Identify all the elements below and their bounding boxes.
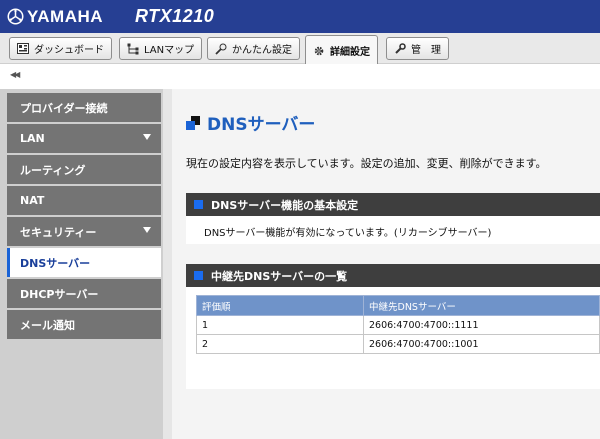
collapse-bar: ◀◀ [0,64,600,89]
tab-management[interactable]: 管 理 [386,37,449,60]
sidebar-item-lan[interactable]: LAN [7,124,161,153]
wrench-icon [394,42,406,55]
relay-dns-table: 評価順 中継先DNSサーバー 1 2606:4700:4700::1111 2 … [196,295,600,354]
section-title: 中継先DNSサーバーの一覧 [211,269,348,283]
sidebar-item-label: ルーティング [20,163,86,177]
page-title-icon [186,115,200,130]
brand-name: YAMAHA [27,6,104,26]
relay-list-body: 評価順 中継先DNSサーバー 1 2606:4700:4700::1111 2 … [186,287,600,389]
column-header-priority: 評価順 [196,295,364,316]
tab-label: ダッシュボード [34,45,104,56]
tab-label: 管 理 [411,45,441,56]
table-row: 1 2606:4700:4700::1111 [196,315,600,335]
page-title-text: DNSサーバー [207,115,316,135]
collapse-sidebar-icon[interactable]: ◀◀ [10,70,20,79]
caret-down-icon [143,134,151,140]
sidebar-item-label: NAT [20,194,45,207]
yamaha-emblem-icon [7,8,24,25]
dns-status-text: DNSサーバー機能が有効になっています。(リカーシブサーバー) [204,228,492,239]
tab-advanced-settings[interactable]: 詳細設定 [305,35,378,65]
sidebar-item-dhcp-server[interactable]: DHCPサーバー [7,279,161,308]
sidebar-item-label: DNSサーバー [20,256,91,270]
basic-settings-header: DNSサーバー機能の基本設定 [186,193,600,216]
page-description: 現在の設定内容を表示しています。設定の追加、変更、削除ができます。 [186,157,547,170]
gear-icon [313,45,325,57]
sidebar-item-label: DHCPサーバー [20,287,99,301]
sidebar-item-label: LAN [20,132,45,145]
main-tab-bar: ダッシュボード LANマップ かんたん設定 詳細設定 管 理 [0,33,600,65]
tab-lan-map[interactable]: LANマップ [119,37,203,60]
tab-label: 詳細設定 [330,47,370,58]
table-cell-server: 2606:4700:4700::1111 [363,315,600,335]
model-name: RTX1210 [135,6,215,26]
basic-settings-body: DNSサーバー機能が有効になっています。(リカーシブサーバー) [186,216,600,244]
sidebar-item-label: プロバイダー接続 [20,101,108,115]
tab-label: LANマップ [144,45,195,56]
sidebar-item-dns-server[interactable]: DNSサーバー [7,248,161,277]
section-marker-icon [194,200,203,209]
column-header-relay-server: 中継先DNSサーバー [363,295,600,316]
table-row: 2 2606:4700:4700::1001 [196,334,600,354]
lan-map-icon [127,43,139,55]
tab-easy-setup[interactable]: かんたん設定 [207,37,300,60]
sidebar-item-mail-notify[interactable]: メール通知 [7,310,161,339]
sidebar-item-routing[interactable]: ルーティング [7,155,161,184]
sidebar-item-label: メール通知 [20,318,75,332]
main-content: DNSサーバー 現在の設定内容を表示しています。設定の追加、変更、削除ができます… [172,89,600,439]
table-cell-server: 2606:4700:4700::1001 [363,334,600,354]
sidebar-item-security[interactable]: セキュリティー [7,217,161,246]
sidebar: プロバイダー接続 LAN ルーティング NAT セキュリティー DNSサーバー … [0,89,163,439]
sidebar-item-label: セキュリティー [20,225,97,239]
table-cell-priority: 1 [196,315,364,335]
caret-down-icon [143,227,151,233]
table-cell-priority: 2 [196,334,364,354]
brand-logo: YAMAHA [7,7,103,27]
relay-list-header: 中継先DNSサーバーの一覧 [186,264,600,287]
section-marker-icon [194,271,203,280]
section-title: DNSサーバー機能の基本設定 [211,198,359,212]
wand-icon [215,43,227,55]
table-header-row: 評価順 中継先DNSサーバー [196,295,600,316]
sidebar-item-nat[interactable]: NAT [7,186,161,215]
tab-label: かんたん設定 [232,45,292,56]
sidebar-item-provider[interactable]: プロバイダー接続 [7,93,161,122]
tab-dashboard[interactable]: ダッシュボード [9,37,112,60]
page-title: DNSサーバー [186,110,315,135]
app-header: YAMAHA RTX1210 [0,0,600,33]
dashboard-icon [17,43,29,54]
